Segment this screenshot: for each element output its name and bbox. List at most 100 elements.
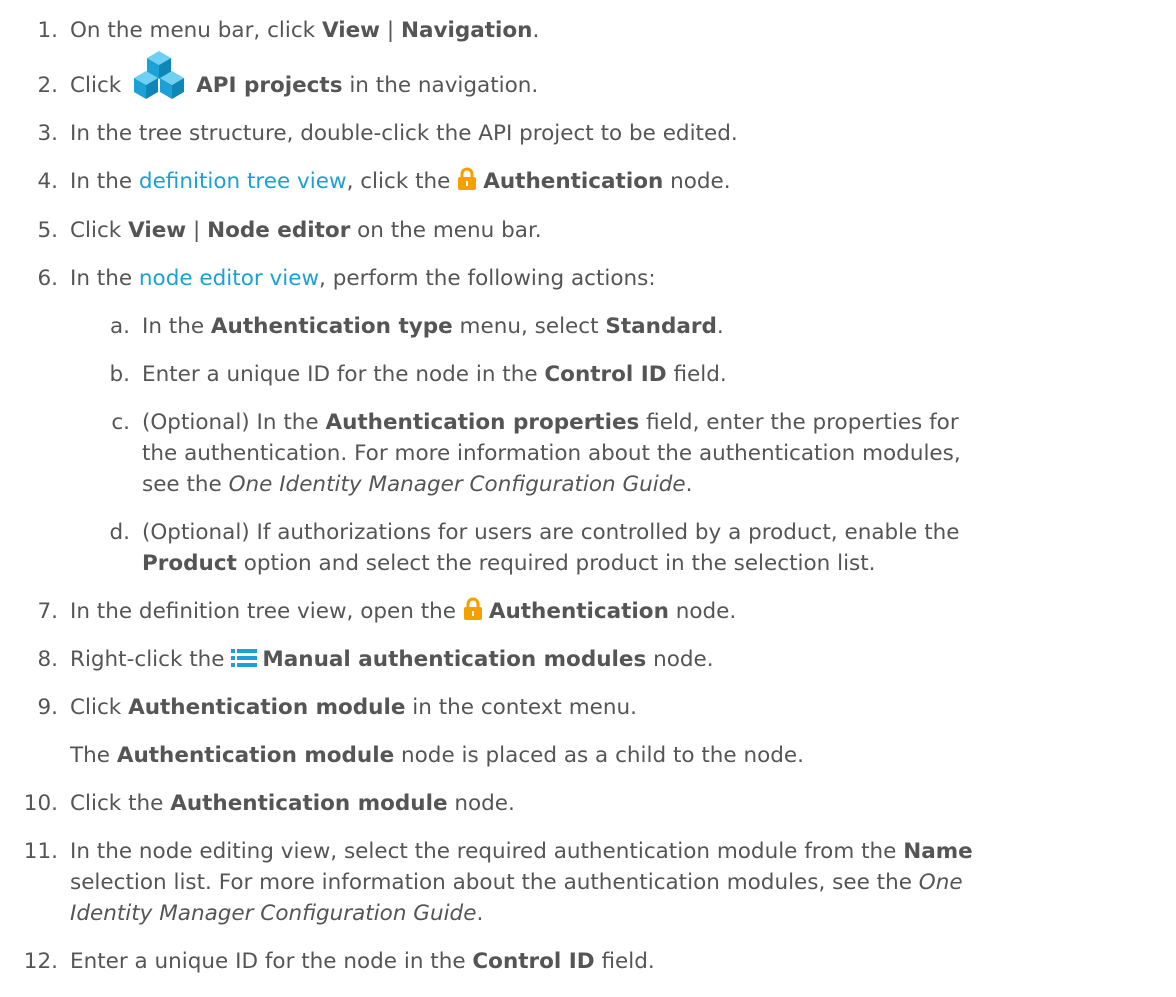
standard-label: Standard — [605, 314, 717, 339]
text: Enter a unique ID for the node in the — [70, 949, 473, 974]
substep-d-line-2: Product option and select the required p… — [142, 547, 876, 581]
text: node. — [447, 791, 515, 816]
text: | — [186, 218, 208, 243]
text: selection list. For more information abo… — [70, 870, 919, 895]
step-number: 1. — [37, 18, 58, 43]
step-number: 4. — [37, 169, 58, 194]
text: Enter a unique ID for the node in the — [142, 362, 545, 387]
text: option and select the required product i… — [236, 551, 876, 576]
text: in the context menu. — [405, 695, 637, 720]
text: menu, select — [452, 314, 606, 339]
step-text: Click View | Node editor on the menu bar… — [70, 214, 542, 248]
text: Click — [70, 73, 129, 98]
authentication-properties-label: Authentication properties — [325, 410, 640, 435]
step-number: 12. — [23, 949, 58, 974]
guide-title: Identity Manager Configuration Guide — [70, 901, 477, 926]
api-projects-label: API projects — [196, 73, 343, 98]
product-label: Product — [142, 551, 237, 576]
text: In the — [70, 266, 139, 291]
text: On the menu bar, click — [70, 18, 322, 43]
step-11-line-3: Identity Manager Configuration Guide. — [70, 897, 483, 931]
text: Click the — [70, 791, 171, 816]
guide-title: One Identity Manager Configuration Guide — [228, 472, 686, 497]
menu-node-editor-label: Node editor — [207, 218, 351, 243]
step-text: Enter a unique ID for the node in the Co… — [70, 945, 655, 979]
text: field. — [666, 362, 727, 387]
text: node. — [646, 647, 714, 672]
step-text: Click Authentication module in the conte… — [70, 691, 637, 725]
lock-icon — [463, 597, 483, 621]
text: in the navigation. — [342, 73, 539, 98]
step-number: 6. — [37, 266, 58, 291]
text: see the — [142, 472, 229, 497]
text: node. — [668, 599, 737, 624]
step-number: 7. — [37, 599, 58, 624]
authentication-module-label: Authentication module — [116, 743, 395, 768]
text: , click the — [346, 169, 458, 194]
step-text: In the node editor view, perform the fol… — [70, 262, 656, 296]
text: In the node editing view, select the req… — [70, 839, 904, 864]
text: Click — [70, 218, 129, 243]
step-number: 9. — [37, 695, 58, 720]
authentication-label: Authentication — [488, 599, 669, 624]
step-text: Click API projects in the navigation. — [70, 51, 539, 103]
text: , perform the following actions: — [319, 266, 656, 291]
menu-navigation-label: Navigation — [400, 18, 533, 43]
text: In the — [70, 169, 139, 194]
step-text: Enter a unique ID for the node in the Co… — [142, 358, 727, 392]
list-icon — [231, 646, 258, 668]
step-text: In the node editing view, select the req… — [70, 835, 973, 869]
text: . — [716, 314, 724, 339]
api-projects-icon — [128, 51, 190, 101]
text: (Optional) In the — [142, 410, 326, 435]
step-text: (Optional) If authorizations for users a… — [142, 520, 960, 545]
control-id-label: Control ID — [472, 949, 595, 974]
authentication-type-label: Authentication type — [210, 314, 453, 339]
text: Right-click the — [70, 647, 232, 672]
authentication-module-label: Authentication module — [170, 791, 448, 816]
text: node. — [663, 169, 731, 194]
manual-authentication-modules-label: Manual authentication modules — [262, 647, 647, 672]
text: field. — [594, 949, 655, 974]
step-text: (Optional) In the Authentication propert… — [142, 406, 959, 440]
text: on the menu bar. — [350, 218, 542, 243]
step-number: 10. — [23, 791, 58, 816]
substep-c-line-2: the authentication. For more information… — [142, 441, 961, 466]
substep-c-line-3: see the One Identity Manager Configurati… — [142, 468, 693, 502]
step-number: 3. — [37, 121, 58, 146]
text: | — [380, 18, 401, 43]
authentication-label: Authentication — [483, 169, 664, 194]
node-editor-view-link[interactable]: node editor view — [139, 266, 319, 291]
menu-view-label: View — [321, 18, 381, 43]
step-text: In the definition tree view, open the Au… — [70, 595, 736, 629]
text: . — [685, 472, 693, 497]
step-9-result: The Authentication module node is placed… — [70, 739, 804, 773]
text: In the — [142, 314, 211, 339]
step-number: 5. — [37, 218, 58, 243]
text: node is placed as a child to the node. — [394, 743, 804, 768]
definition-tree-view-link[interactable]: definition tree view — [139, 169, 347, 194]
name-label: Name — [903, 839, 973, 864]
authentication-module-label: Authentication module — [128, 695, 406, 720]
substep-letter: b. — [109, 362, 130, 387]
step-text: Right-click the Manual authentication mo… — [70, 643, 714, 677]
text: . — [532, 18, 540, 43]
text: The — [70, 743, 117, 768]
substep-letter: d. — [109, 520, 130, 545]
substep-letter: a. — [109, 314, 130, 339]
step-number: 2. — [37, 73, 58, 98]
text: Click — [70, 695, 129, 720]
step-text: Click the Authentication module node. — [70, 787, 515, 821]
step-number: 8. — [37, 647, 58, 672]
substep-letter: c. — [111, 410, 130, 435]
menu-view-label: View — [128, 218, 187, 243]
step-11-line-2: selection list. For more information abo… — [70, 866, 963, 900]
procedure-document: 1. On the menu bar, click View | Navigat… — [0, 0, 1176, 997]
step-number: 11. — [23, 839, 58, 864]
text: In the definition tree view, open the — [70, 599, 463, 624]
step-text: In the tree structure, double-click the … — [70, 121, 738, 146]
control-id-label: Control ID — [544, 362, 667, 387]
text: field, enter the properties for — [639, 410, 959, 435]
guide-title: One — [918, 870, 963, 895]
step-text: In the Authentication type menu, select … — [142, 310, 724, 344]
